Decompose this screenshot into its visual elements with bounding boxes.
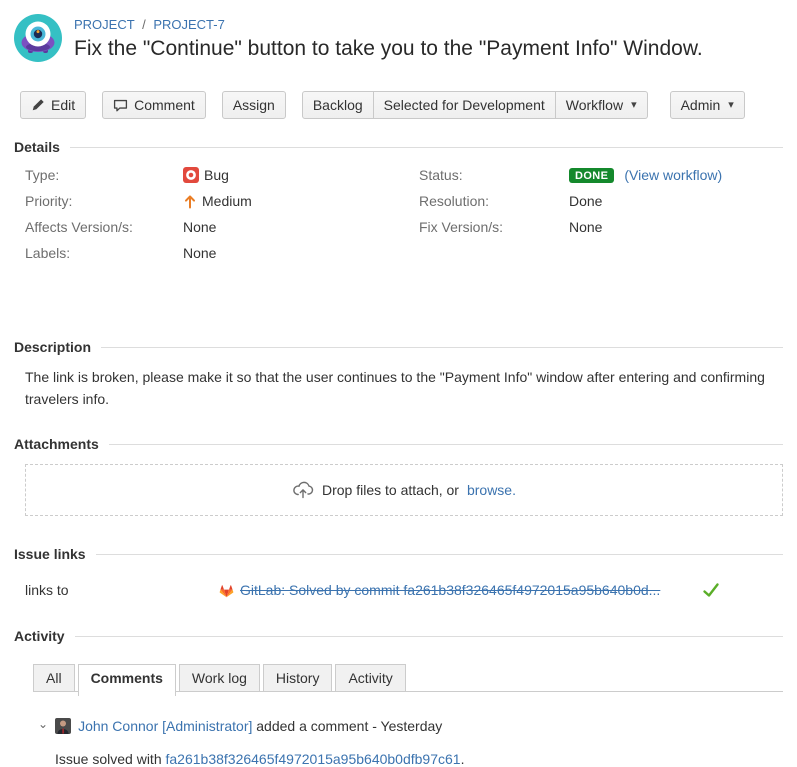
backlog-button[interactable]: Backlog	[302, 91, 374, 119]
section-divider	[101, 347, 783, 348]
edit-button[interactable]: Edit	[20, 91, 86, 119]
backlog-button-label: Backlog	[313, 97, 363, 113]
comment-button-label: Comment	[134, 97, 195, 113]
breadcrumb-project-link[interactable]: PROJECT	[74, 17, 134, 32]
collapse-comment-icon[interactable]: ⌄	[38, 718, 48, 730]
description-section: Description The link is broken, please m…	[14, 339, 783, 410]
priority-value: Medium	[202, 193, 252, 209]
activity-section: Activity All Comments Work log History A…	[0, 628, 797, 767]
fix-version-value: None	[569, 219, 602, 235]
comment-action-text: added a comment - Yesterday	[256, 718, 442, 734]
issue-title: Fix the "Continue" button to take you to…	[74, 37, 703, 61]
breadcrumb-separator: /	[142, 17, 146, 32]
admin-dropdown-button[interactable]: Admin ▾	[670, 91, 745, 119]
activity-tab-bar: All Comments Work log History Activity	[33, 658, 783, 692]
field-status: Status: DONE (View workflow)	[419, 167, 783, 183]
assign-button[interactable]: Assign	[222, 91, 286, 119]
fix-version-label: Fix Version/s:	[419, 219, 569, 235]
type-value: Bug	[204, 167, 229, 183]
comment-item: ⌄ John Connor [Administrator] added a co…	[38, 718, 783, 767]
browse-link[interactable]: browse.	[467, 482, 516, 498]
attachments-section: Attachments Drop files to attach, or bro…	[14, 436, 783, 516]
admin-button-label: Admin	[681, 97, 721, 113]
type-label: Type:	[25, 167, 183, 183]
priority-medium-icon	[183, 194, 197, 209]
field-priority: Priority: Medium	[25, 193, 419, 209]
priority-label: Priority:	[25, 193, 183, 209]
pencil-icon	[31, 98, 45, 112]
activity-heading: Activity	[14, 628, 65, 644]
tab-comments[interactable]: Comments	[78, 664, 176, 696]
issue-link-row: links to GitLab: Solved by commit fa261b…	[14, 582, 783, 598]
field-affects-version: Affects Version/s: None	[25, 219, 419, 235]
gitlab-icon	[218, 582, 235, 598]
chevron-down-icon: ▾	[728, 100, 734, 111]
workflow-button-label: Workflow	[566, 97, 623, 113]
affects-version-value: None	[183, 219, 216, 235]
section-divider	[96, 554, 783, 555]
selected-for-development-button[interactable]: Selected for Development	[374, 91, 556, 119]
toolbar: Edit Comment Assign Backlog Selected for…	[20, 91, 783, 119]
selected-for-development-label: Selected for Development	[384, 97, 545, 113]
commit-hash-link[interactable]: fa261b38f326465f4972015a95b640b0dfb97c61	[166, 751, 461, 767]
issue-links-heading: Issue links	[14, 546, 86, 562]
details-section: Details Type: Bug Priority: Me	[14, 139, 783, 319]
bug-icon	[183, 167, 199, 183]
gitlab-link-text: GitLab: Solved by commit fa261b38f326465…	[240, 582, 660, 598]
view-workflow-link[interactable]: (View workflow)	[624, 167, 722, 183]
labels-label: Labels:	[25, 245, 183, 261]
comment-author-link[interactable]: John Connor [Administrator]	[78, 718, 252, 734]
assign-button-label: Assign	[233, 97, 275, 113]
details-heading: Details	[14, 139, 60, 155]
resolution-value: Done	[569, 193, 602, 209]
workflow-dropdown-button[interactable]: Workflow ▾	[556, 91, 648, 119]
field-labels: Labels: None	[25, 245, 419, 261]
description-heading: Description	[14, 339, 91, 355]
section-divider	[75, 636, 783, 637]
tab-work-log[interactable]: Work log	[179, 664, 260, 691]
comment-text-prefix: Issue solved with	[55, 751, 166, 767]
tab-all[interactable]: All	[33, 664, 75, 691]
status-label: Status:	[419, 167, 569, 183]
dropzone-text: Drop files to attach, or	[322, 482, 459, 498]
affects-version-label: Affects Version/s:	[25, 219, 183, 235]
labels-value: None	[183, 245, 216, 261]
resolved-check-icon	[702, 582, 720, 598]
gitlab-commit-link[interactable]: GitLab: Solved by commit fa261b38f326465…	[218, 582, 660, 598]
field-type: Type: Bug	[25, 167, 419, 183]
field-resolution: Resolution: Done	[419, 193, 783, 209]
attachments-heading: Attachments	[14, 436, 99, 452]
link-relation-label: links to	[25, 582, 218, 598]
breadcrumb-issue-link[interactable]: PROJECT-7	[153, 17, 225, 32]
comment-text-suffix: .	[461, 751, 465, 767]
tab-history[interactable]: History	[263, 664, 333, 691]
chevron-down-icon: ▾	[631, 100, 637, 111]
issue-links-section: Issue links links to GitLab: Solved by c…	[14, 546, 783, 598]
resolution-label: Resolution:	[419, 193, 569, 209]
status-badge: DONE	[569, 168, 614, 183]
project-avatar-icon	[14, 14, 62, 62]
user-avatar	[55, 718, 71, 734]
breadcrumb: PROJECT / PROJECT-7	[74, 17, 703, 32]
tab-activity[interactable]: Activity	[335, 664, 405, 691]
attachments-dropzone[interactable]: Drop files to attach, or browse.	[25, 464, 783, 516]
issue-header: PROJECT / PROJECT-7 Fix the "Continue" b…	[0, 0, 797, 75]
workflow-button-group: Backlog Selected for Development Workflo…	[302, 91, 648, 119]
speech-bubble-icon	[113, 98, 128, 113]
section-divider	[70, 147, 783, 148]
comment-body: Issue solved with fa261b38f326465f497201…	[55, 751, 783, 767]
field-fix-version: Fix Version/s: None	[419, 219, 783, 235]
comment-button[interactable]: Comment	[102, 91, 206, 119]
description-text: The link is broken, please make it so th…	[14, 367, 773, 410]
section-divider	[109, 444, 783, 445]
edit-button-label: Edit	[51, 97, 75, 113]
cloud-upload-icon	[292, 480, 314, 500]
